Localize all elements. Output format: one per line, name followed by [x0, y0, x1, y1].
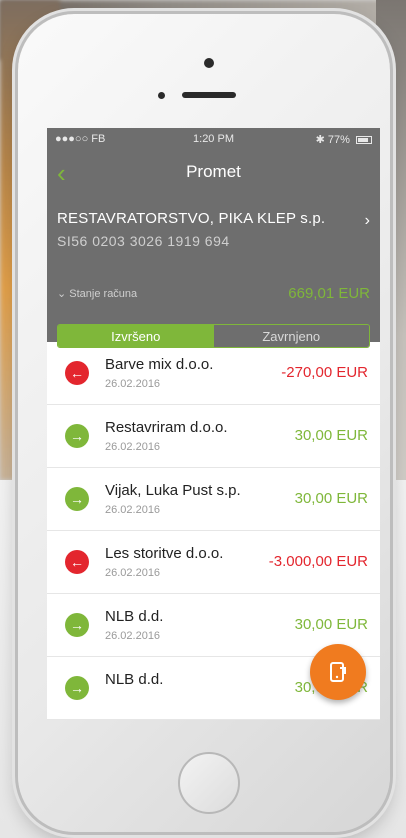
transaction-name: Les storitve d.o.o.: [105, 545, 224, 562]
transaction-amount: 30,00 EUR: [294, 490, 368, 507]
account-name: RESTAVRATORSTVO, PIKA KLEP s.p.: [57, 210, 326, 227]
account-iban: SI56 0203 3026 1919 694: [57, 233, 230, 249]
chevron-right-icon[interactable]: ›: [365, 212, 370, 230]
balance-value: 669,01 EUR: [288, 285, 370, 302]
battery-percent: 77%: [327, 133, 350, 146]
transaction-amount: -3.000,00 EUR: [268, 553, 368, 570]
transaction-date: 26.02.2016: [105, 441, 161, 453]
arrow-right-icon: →: [65, 424, 89, 448]
list-item[interactable]: → Restavriram d.o.o. 26.02.2016 30,00 EU…: [47, 405, 380, 468]
app-screen: ●●●○○ FB 1:20 PM ✱ 77% ‹ Promet RESTAVRA…: [47, 128, 380, 720]
arrow-right-icon: →: [65, 613, 89, 637]
transaction-name: Vijak, Luka Pust s.p.: [105, 482, 241, 499]
navigation-bar: ‹ Promet: [47, 150, 380, 194]
arrow-right-icon: →: [65, 676, 89, 700]
status-bar: ●●●○○ FB 1:20 PM ✱ 77%: [47, 128, 380, 150]
page-title: Promet: [186, 162, 241, 181]
transaction-name: NLB d.d.: [105, 608, 164, 625]
balance-row[interactable]: ⌄ Stanje računa 669,01 EUR: [57, 285, 370, 302]
transaction-name: NLB d.d.: [105, 671, 164, 688]
transaction-amount: 30,00 EUR: [294, 427, 368, 444]
proximity-sensor: [158, 92, 165, 99]
list-item[interactable]: → Vijak, Luka Pust s.p. 26.02.2016 30,00…: [47, 468, 380, 531]
transaction-name: Restavriram d.o.o.: [105, 419, 228, 436]
transaction-date: 26.02.2016: [105, 504, 161, 516]
balance-label: ⌄ Stanje računa: [57, 288, 138, 300]
battery-icon: [356, 135, 373, 144]
battery-indicator: ✱ 77%: [266, 133, 373, 146]
floating-action-button[interactable]: [310, 644, 366, 700]
arrow-right-icon: →: [65, 487, 89, 511]
arrow-left-icon: ←: [65, 550, 89, 574]
chevron-down-icon: ⌄: [57, 288, 67, 300]
transaction-date: 26.02.2016: [105, 630, 161, 642]
transaction-amount: 30,00 EUR: [294, 616, 368, 633]
transaction-name: Barve mix d.o.o.: [105, 356, 214, 373]
phone-document-icon: [330, 662, 346, 682]
carrier-label: ●●●○○ FB: [55, 133, 106, 145]
home-button[interactable]: [178, 752, 240, 814]
list-item[interactable]: ← Les storitve d.o.o. 26.02.2016 -3.000,…: [47, 531, 380, 594]
earpiece-speaker: [182, 92, 236, 98]
transaction-date: 26.02.2016: [105, 567, 161, 579]
account-card[interactable]: RESTAVRATORSTVO, PIKA KLEP s.p. › SI56 0…: [47, 194, 380, 348]
chevron-left-icon[interactable]: ‹: [57, 158, 66, 189]
bluetooth-icon: ✱: [315, 133, 325, 146]
transaction-amount: -270,00 EUR: [281, 364, 368, 381]
arrow-left-icon: ←: [65, 361, 89, 385]
clock: 1:20 PM: [193, 133, 234, 145]
front-camera: [204, 58, 214, 68]
list-item[interactable]: ← Barve mix d.o.o. 26.02.2016 -270,00 EU…: [47, 342, 380, 405]
transaction-date: 26.02.2016: [105, 378, 161, 390]
